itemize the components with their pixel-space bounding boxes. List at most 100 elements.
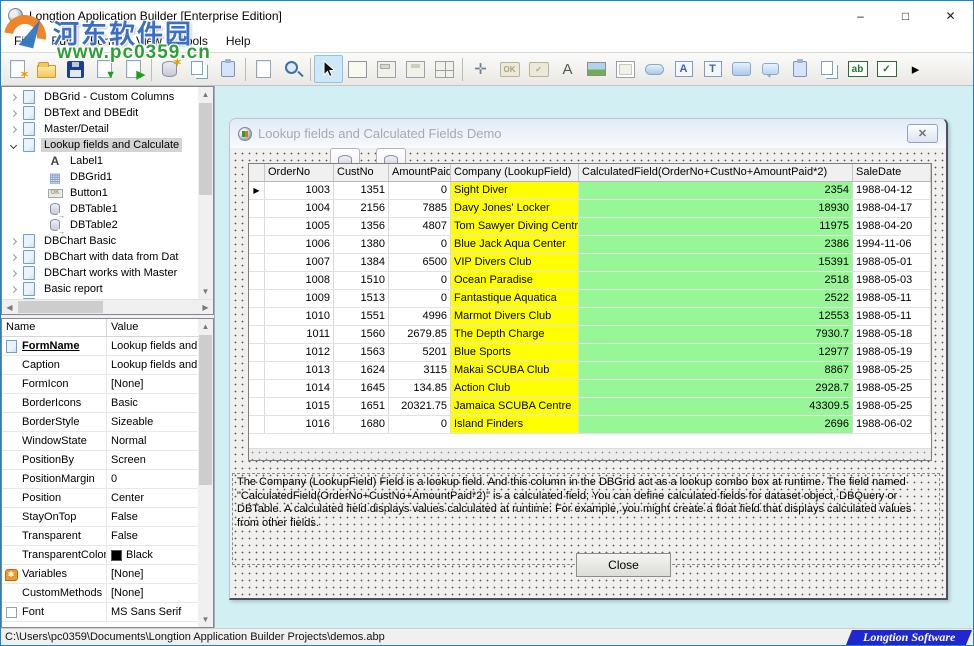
- table-cell[interactable]: 1380: [334, 236, 389, 253]
- minimize-button[interactable]: –: [838, 1, 883, 30]
- table-cell[interactable]: 1014: [265, 380, 334, 397]
- property-vertical-scrollbar[interactable]: ▲ ▼: [198, 319, 213, 627]
- chevron-right-icon[interactable]: [8, 284, 18, 294]
- table-cell[interactable]: Fantastique Aquatica: [451, 290, 579, 307]
- property-row-positionby[interactable]: PositionByScreen: [2, 451, 198, 470]
- table-cell[interactable]: Blue Jack Aqua Center: [451, 236, 579, 253]
- table-cell[interactable]: 0: [389, 416, 451, 433]
- table-cell[interactable]: Jamaica SCUBA Centre: [451, 398, 579, 415]
- table-row[interactable]: 100815100Ocean Paradise25181988-05-03: [249, 272, 931, 290]
- table-cell[interactable]: Makai SCUBA Club: [451, 362, 579, 379]
- tree-horizontal-scrollbar[interactable]: ◀ ▶: [2, 299, 213, 314]
- menu-edit[interactable]: Edit: [42, 32, 81, 50]
- description-label[interactable]: The Company (LookupField) Field is a loo…: [232, 473, 940, 565]
- bevel-tool-icon[interactable]: [611, 55, 640, 83]
- run-icon[interactable]: ▶: [119, 55, 148, 83]
- menu-view[interactable]: View: [127, 32, 171, 50]
- table-row[interactable]: 1015165120321.75Jamaica SCUBA Centre4330…: [249, 398, 931, 416]
- tree-item-dbtable1[interactable]: DBTable1: [2, 201, 198, 217]
- tree-item-dbchart-works-with-master[interactable]: DBChart works with Master: [2, 265, 198, 281]
- table-cell[interactable]: Island Finders: [451, 416, 579, 433]
- property-value[interactable]: MS Sans Serif: [107, 603, 198, 621]
- table-row[interactable]: 100915130Fantastique Aquatica25221988-05…: [249, 290, 931, 308]
- new-page-icon[interactable]: [249, 55, 278, 83]
- table-cell[interactable]: 4807: [389, 218, 451, 235]
- copy-icon[interactable]: [184, 55, 213, 83]
- dbcheckbox-tool-icon[interactable]: ✓: [872, 55, 901, 83]
- tree-item-basic-report[interactable]: Basic report: [2, 281, 198, 297]
- table-cell[interactable]: 1988-05-01: [853, 254, 931, 271]
- table-cell[interactable]: 1988-05-25: [853, 398, 931, 415]
- demo-form-close-icon[interactable]: ✕: [907, 124, 938, 143]
- table-cell[interactable]: The Depth Charge: [451, 326, 579, 343]
- clipboard-tool-icon[interactable]: [785, 55, 814, 83]
- demo-form[interactable]: Lookup fields and Calculated Fields Demo…: [229, 118, 948, 600]
- tree-item-dbtext-and-dbedit[interactable]: DBText and DBEdit: [2, 105, 198, 121]
- button-tool-icon[interactable]: OK: [495, 55, 524, 83]
- menu-help[interactable]: Help: [217, 32, 260, 50]
- property-row-transparent[interactable]: TransparentFalse: [2, 527, 198, 546]
- table-cell[interactable]: Tom Sawyer Diving Centr: [451, 218, 579, 235]
- table-cell[interactable]: 1011: [265, 326, 334, 343]
- table-cell[interactable]: 134.85: [389, 380, 451, 397]
- table-cell[interactable]: 2518: [579, 272, 853, 289]
- close-button[interactable]: ✕: [928, 1, 973, 30]
- table-cell[interactable]: 0: [389, 272, 451, 289]
- column-header-calculatedfield-orderno-custno-amountpaid-2-[interactable]: CalculatedField(OrderNo+CustNo+AmountPai…: [579, 164, 853, 181]
- preview-icon[interactable]: [278, 55, 307, 83]
- tree-item-dbtable2[interactable]: DBTable2: [2, 217, 198, 233]
- new-project-icon[interactable]: ✶: [3, 55, 32, 83]
- chevron-right-icon[interactable]: [8, 252, 18, 262]
- column-header-saledate[interactable]: SaleDate: [853, 164, 931, 181]
- table-cell[interactable]: 1513: [334, 290, 389, 307]
- tree-item-dbchart-with-data-from-dat[interactable]: DBChart with data from Dat: [2, 249, 198, 265]
- property-value[interactable]: Black: [107, 546, 198, 564]
- table-cell[interactable]: 15391: [579, 254, 853, 271]
- dbtext-tool-icon[interactable]: A: [669, 55, 698, 83]
- column-header-custno[interactable]: CustNo: [334, 164, 389, 181]
- build-icon[interactable]: ▼: [90, 55, 119, 83]
- property-value[interactable]: False: [107, 527, 198, 545]
- table-row[interactable]: 100513564807Tom Sawyer Diving Centr11975…: [249, 218, 931, 236]
- roundpanel-tool-icon[interactable]: [727, 55, 756, 83]
- property-row-position[interactable]: PositionCenter: [2, 489, 198, 508]
- chevron-right-icon[interactable]: [8, 124, 18, 134]
- property-row-variables[interactable]: ✱Variables[None]: [2, 565, 198, 584]
- tree-item-dbgrid-custom-columns[interactable]: DBGrid - Custom Columns: [2, 89, 198, 105]
- table-cell[interactable]: 2156: [334, 200, 389, 217]
- property-value[interactable]: Center: [107, 489, 198, 507]
- tree-item-label1[interactable]: ALabel1: [2, 153, 198, 169]
- scroll-thumb[interactable]: [18, 301, 103, 313]
- table-cell[interactable]: 8867: [579, 362, 853, 379]
- table-cell[interactable]: 1356: [334, 218, 389, 235]
- demo-form-client[interactable]: OrderNoCustNoAmountPaidCompany (LookupFi…: [230, 148, 946, 598]
- tree-item-dbchart-basic[interactable]: DBChart Basic: [2, 233, 198, 249]
- table-cell[interactable]: 2928.7: [579, 380, 853, 397]
- table-cell[interactable]: 1988-05-11: [853, 308, 931, 325]
- chevron-right-icon[interactable]: [8, 108, 18, 118]
- save-icon[interactable]: [61, 55, 90, 83]
- table-row[interactable]: 101115602679.85The Depth Charge7930.7198…: [249, 326, 931, 344]
- menu-form[interactable]: Form: [81, 32, 127, 50]
- table-cell[interactable]: Sight Diver: [451, 182, 579, 199]
- table-cell[interactable]: 20321.75: [389, 398, 451, 415]
- scroll-right-icon[interactable]: ▶: [198, 300, 213, 314]
- table-cell[interactable]: 5201: [389, 344, 451, 361]
- table-cell[interactable]: 1994-11-06: [853, 236, 931, 253]
- scroll-down-icon[interactable]: ▼: [198, 612, 213, 627]
- table-cell[interactable]: 11975: [579, 218, 853, 235]
- table-cell[interactable]: 12553: [579, 308, 853, 325]
- property-row-windowstate[interactable]: WindowStateNormal: [2, 432, 198, 451]
- table-cell[interactable]: 1988-05-25: [853, 380, 931, 397]
- table-row[interactable]: 101215635201Blue Sports129771988-05-19: [249, 344, 931, 362]
- table-row[interactable]: 100613800Blue Jack Aqua Center23861994-1…: [249, 236, 931, 254]
- table-cell[interactable]: 12977: [579, 344, 853, 361]
- table-cell[interactable]: 1551: [334, 308, 389, 325]
- property-row-caption[interactable]: CaptionLookup fields and: [2, 356, 198, 375]
- property-row-positionmargin[interactable]: PositionMargin0: [2, 470, 198, 489]
- tree-item-button1[interactable]: OKButton1: [2, 185, 198, 201]
- table-cell[interactable]: Action Club: [451, 380, 579, 397]
- designer-canvas[interactable]: Lookup fields and Calculated Fields Demo…: [214, 86, 973, 628]
- property-value[interactable]: Lookup fields and: [107, 337, 198, 355]
- column-header-company-lookupfield-[interactable]: Company (LookupField): [451, 164, 579, 181]
